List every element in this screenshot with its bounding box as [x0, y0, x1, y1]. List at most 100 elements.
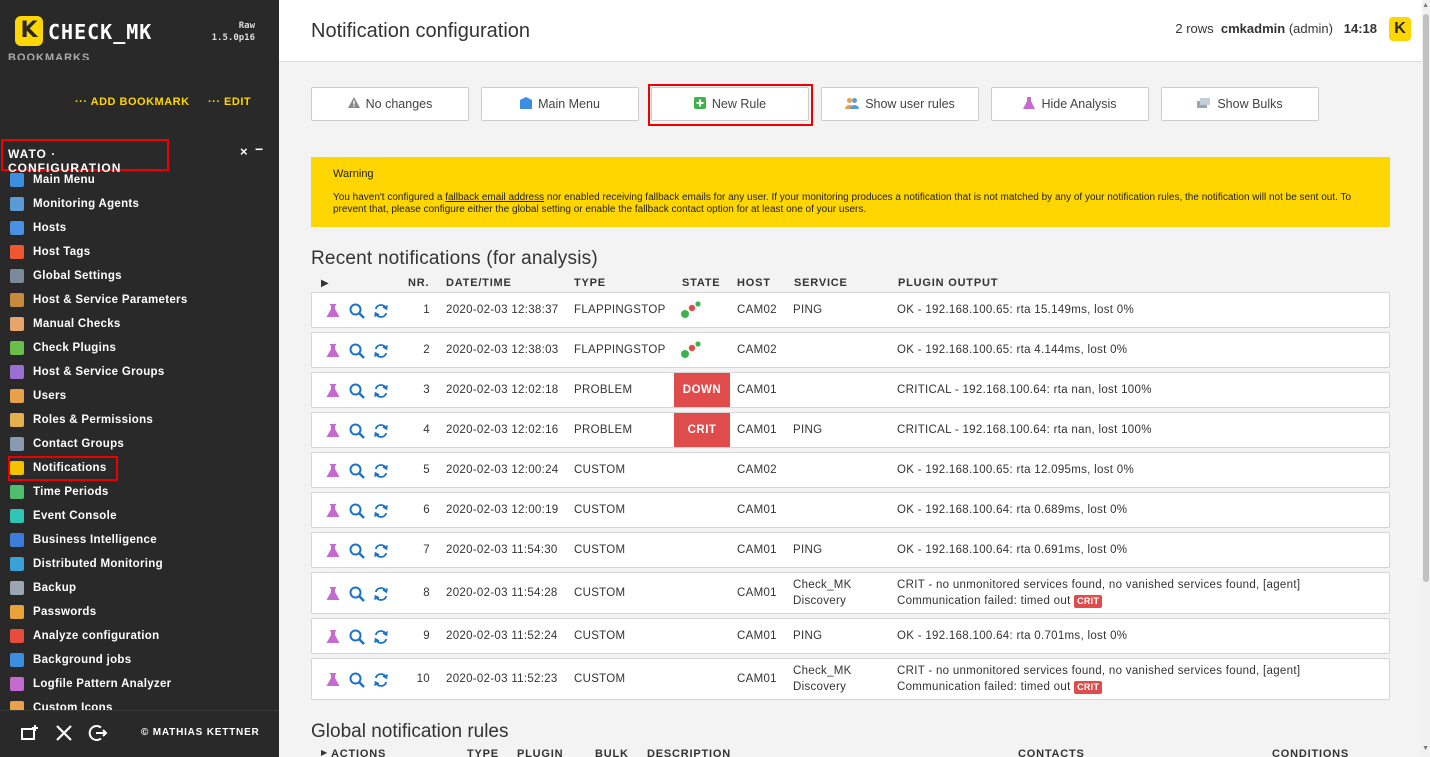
search-icon[interactable]: [348, 628, 365, 645]
sidebar-item-backup[interactable]: Backup: [0, 576, 279, 600]
column-header: HOST: [737, 277, 771, 289]
sidebar-item-label: Logfile Pattern Analyzer: [33, 678, 172, 690]
main-menu-button[interactable]: Main Menu: [481, 87, 639, 121]
search-icon[interactable]: [348, 382, 365, 399]
sidebar-item-background-jobs[interactable]: Background jobs: [0, 648, 279, 672]
button-label: Show user rules: [865, 97, 955, 111]
fallback-email-link[interactable]: fallback email address: [445, 192, 544, 203]
sidebar-item-label: Check Plugins: [33, 342, 117, 354]
row-actions: [324, 671, 389, 688]
expand-icon[interactable]: ▶: [321, 748, 328, 757]
replay-icon[interactable]: [372, 422, 389, 439]
analyze-flask-icon[interactable]: [324, 422, 341, 439]
sidebar-item-roles-permissions[interactable]: Roles & Permissions: [0, 408, 279, 432]
analyze-flask-icon[interactable]: [324, 585, 341, 602]
sidebar-item-contact-groups[interactable]: Contact Groups: [0, 432, 279, 456]
bookmarks-header[interactable]: BOOKMARKS: [8, 52, 90, 60]
analyze-flask-icon[interactable]: [324, 382, 341, 399]
scroll-thumb[interactable]: [1423, 14, 1429, 582]
search-icon[interactable]: [348, 302, 365, 319]
add-bookmark-link[interactable]: ··· ADD BOOKMARK: [75, 96, 190, 108]
sidebar-item-monitoring-agents[interactable]: Monitoring Agents: [0, 192, 279, 216]
sidebar-item-users[interactable]: Users: [0, 384, 279, 408]
button-label: No changes: [365, 97, 433, 111]
sidebar-item-global-settings[interactable]: Global Settings: [0, 264, 279, 288]
hand-icon: [10, 317, 24, 331]
sidebar-item-label: Global Settings: [33, 270, 122, 282]
row-output-line2: Communication failed: timed out CRIT: [897, 595, 1103, 608]
search-icon[interactable]: [348, 502, 365, 519]
scroll-down-arrow[interactable]: ▼: [1422, 745, 1429, 752]
sidebar-item-host-service-groups[interactable]: Host & Service Groups: [0, 360, 279, 384]
username: cmkadmin: [1220, 21, 1286, 36]
row-host: CAM01: [737, 587, 777, 599]
tools-icon[interactable]: [54, 723, 74, 743]
search-icon[interactable]: [348, 342, 365, 359]
replay-icon[interactable]: [372, 671, 389, 688]
replay-icon[interactable]: [372, 628, 389, 645]
wato-configuration-header[interactable]: WATO · CONFIGURATION: [1, 139, 169, 175]
replay-icon[interactable]: [372, 342, 389, 359]
sidebar-item-logfile-pattern-analyzer[interactable]: Logfile Pattern Analyzer: [0, 672, 279, 696]
analyze-flask-icon[interactable]: [324, 342, 341, 359]
no-changes-button[interactable]: No changes: [311, 87, 469, 121]
sidebar-item-distributed-monitoring[interactable]: Distributed Monitoring: [0, 552, 279, 576]
expand-all-icon[interactable]: ▶: [321, 278, 330, 289]
warning-title: Warning: [333, 168, 374, 180]
sidebar-item-manual-checks[interactable]: Manual Checks: [0, 312, 279, 336]
row-actions: [324, 422, 389, 439]
show-user-rules-button[interactable]: Show user rules: [821, 87, 979, 121]
global-column-header: CONTACTS: [1018, 748, 1085, 757]
row-service: PING: [793, 424, 823, 436]
sidebar-item-passwords[interactable]: Passwords: [0, 600, 279, 624]
row-host: CAM01: [737, 673, 777, 685]
logo-text[interactable]: CHECK_MK: [48, 20, 152, 44]
show-bulks-button[interactable]: Show Bulks: [1161, 87, 1319, 121]
analyze-flask-icon[interactable]: [324, 628, 341, 645]
recent-table-header: ▶ NR. DATE/TIME TYPE STATE HOST SERVICE PLUGIN…: [311, 275, 1390, 291]
analyze-flask-icon[interactable]: [324, 502, 341, 519]
close-icon[interactable]: ×: [240, 144, 248, 159]
sidebar-item-time-periods[interactable]: Time Periods: [0, 480, 279, 504]
scrollbar[interactable]: ▲ ▼: [1422, 0, 1430, 757]
row-datetime: 2020-02-03 12:00:24: [446, 464, 559, 476]
replay-icon[interactable]: [372, 462, 389, 479]
add-snapin-icon[interactable]: [20, 723, 40, 743]
minimize-icon[interactable]: −: [255, 141, 263, 157]
sidebar-item-label: Host Tags: [33, 246, 91, 258]
replay-icon[interactable]: [372, 502, 389, 519]
sidebar-item-check-plugins[interactable]: Check Plugins: [0, 336, 279, 360]
scroll-up-arrow[interactable]: ▲: [1422, 2, 1429, 9]
top-bar: Notification configuration 2 rows cmkadm…: [279, 0, 1422, 62]
replay-icon[interactable]: [372, 542, 389, 559]
search-icon[interactable]: [348, 542, 365, 559]
sidebar-item-host-service-parameters[interactable]: Host & Service Parameters: [0, 288, 279, 312]
replay-icon[interactable]: [372, 302, 389, 319]
sidebar-item-business-intelligence[interactable]: Business Intelligence: [0, 528, 279, 552]
search-icon[interactable]: [348, 462, 365, 479]
sidebar-item-hosts[interactable]: Hosts: [0, 216, 279, 240]
analyze-flask-icon[interactable]: [324, 302, 341, 319]
search-icon[interactable]: [348, 422, 365, 439]
sidebar-item-host-tags[interactable]: Host Tags: [0, 240, 279, 264]
checkmk-logo-icon[interactable]: K: [15, 16, 43, 46]
replay-icon[interactable]: [372, 382, 389, 399]
hide-analysis-button[interactable]: Hide Analysis: [991, 87, 1149, 121]
analyze-flask-icon[interactable]: [324, 462, 341, 479]
analyze-flask-icon[interactable]: [324, 542, 341, 559]
row-actions: [324, 462, 389, 479]
checkmk-k-icon[interactable]: K: [1389, 17, 1411, 41]
tag-icon: [10, 245, 24, 259]
search-icon[interactable]: [348, 585, 365, 602]
sidebar-item-main-menu[interactable]: Main Menu: [0, 168, 279, 192]
search-icon[interactable]: [348, 671, 365, 688]
main-content: Notification configuration 2 rows cmkadm…: [279, 0, 1430, 757]
sidebar-item-analyze-configuration[interactable]: Analyze configuration: [0, 624, 279, 648]
edit-bookmarks-link[interactable]: ··· EDIT: [208, 96, 251, 108]
logout-icon[interactable]: [88, 723, 108, 743]
sidebar-item-event-console[interactable]: Event Console: [0, 504, 279, 528]
row-number: 10: [416, 673, 430, 685]
replay-icon[interactable]: [372, 585, 389, 602]
global-column-header: BULK: [595, 748, 629, 757]
analyze-flask-icon[interactable]: [324, 671, 341, 688]
